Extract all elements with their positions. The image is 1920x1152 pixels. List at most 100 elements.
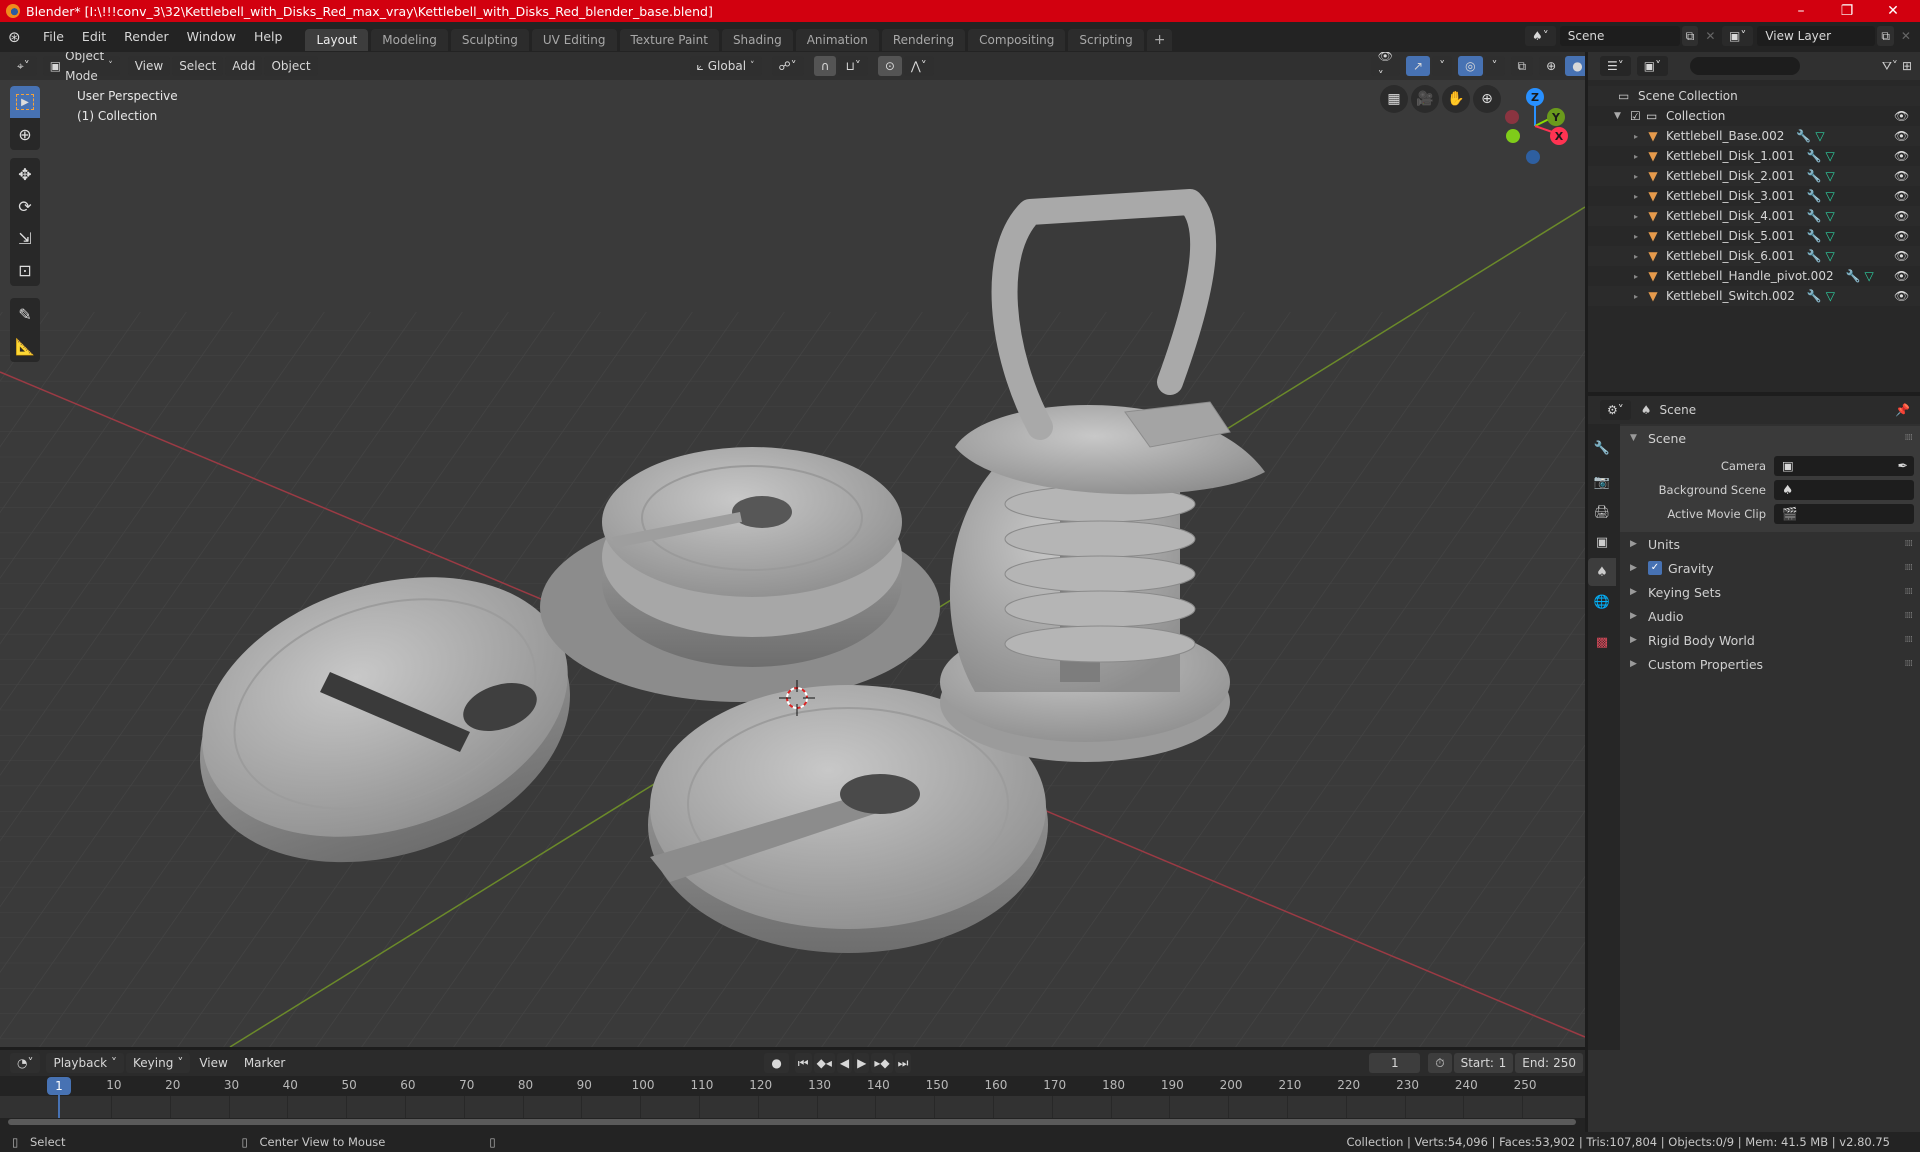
select-menu[interactable]: Select	[172, 56, 224, 76]
timeline-track-area[interactable]	[0, 1094, 1585, 1124]
mesh-data-icon[interactable]: ▽	[1826, 209, 1835, 223]
outliner-object-row[interactable]: ▸ ▼ Kettlebell_Disk_3.001 🔧 ▽ 👁	[1588, 186, 1920, 206]
gizmo-x-axis[interactable]: X	[1550, 127, 1568, 145]
background-scene-field[interactable]: ♠	[1774, 480, 1914, 500]
editor-type-button[interactable]: ⌖˅	[10, 56, 37, 76]
camera-field[interactable]: ▣ ✒	[1774, 456, 1914, 476]
toggle-camera-grid-icon[interactable]: ▦	[1380, 85, 1408, 113]
timeline-marker-menu[interactable]: Marker	[237, 1053, 292, 1073]
panel-units[interactable]: ▶ Units ⁞⁞⁞⁞	[1620, 532, 1920, 556]
mesh-data-icon[interactable]: ▽	[1826, 229, 1835, 243]
pivot-point-dropdown[interactable]: ☍˅	[771, 56, 804, 76]
close-button[interactable]: ✕	[1870, 0, 1916, 22]
measure-tool[interactable]: 📐	[10, 330, 40, 362]
timeline-scrollbar[interactable]	[8, 1119, 1576, 1125]
mesh-data-icon[interactable]: ▽	[1826, 169, 1835, 183]
expand-arrow-icon[interactable]: ▸	[1634, 132, 1646, 141]
visibility-eye-icon[interactable]: 👁	[1894, 169, 1909, 183]
solid-shading-button[interactable]: ●	[1565, 56, 1585, 76]
modifier-wrench-icon[interactable]: 🔧	[1796, 129, 1811, 143]
eyedropper-icon[interactable]: ✒	[1898, 456, 1908, 476]
gizmo-neg-y-axis[interactable]	[1506, 129, 1520, 143]
modifier-wrench-icon[interactable]: 🔧	[1807, 189, 1822, 203]
visibility-eye-icon[interactable]: 👁	[1894, 189, 1909, 203]
gizmo-toggle[interactable]: ↗	[1406, 56, 1431, 76]
filter-icon[interactable]: ⛛˅	[1882, 59, 1898, 74]
visibility-eye-icon[interactable]: 👁	[1894, 229, 1909, 243]
visibility-eye-icon[interactable]: 👁	[1894, 129, 1909, 143]
outliner-object-row[interactable]: ▸ ▼ Kettlebell_Base.002 🔧 ▽ 👁	[1588, 126, 1920, 146]
maximize-button[interactable]: ❐	[1824, 0, 1870, 22]
viewport-scene[interactable]	[0, 52, 1585, 1047]
tab-scripting[interactable]: Scripting	[1068, 29, 1144, 51]
pan-hand-icon[interactable]: ✋	[1442, 85, 1470, 113]
mesh-data-icon[interactable]: ▽	[1865, 269, 1874, 283]
tab-texture-paint[interactable]: Texture Paint	[619, 29, 719, 51]
panel-rigid-body-world[interactable]: ▶ Rigid Body World ⁞⁞⁞⁞	[1620, 628, 1920, 652]
add-workspace-button[interactable]: +	[1146, 29, 1173, 51]
play-reverse-button[interactable]: ◀	[836, 1053, 853, 1073]
add-menu[interactable]: Add	[225, 56, 263, 76]
menu-render[interactable]: Render	[115, 26, 178, 48]
outliner-object-row[interactable]: ▸ ▼ Kettlebell_Disk_2.001 🔧 ▽ 👁	[1588, 166, 1920, 186]
start-frame-field[interactable]: Start: 1	[1453, 1053, 1514, 1073]
visibility-dropdown[interactable]: 👁˅	[1370, 52, 1400, 83]
camera-view-icon[interactable]: 🎥	[1411, 85, 1439, 113]
tab-sculpting[interactable]: Sculpting	[450, 29, 529, 51]
drag-handle-icon[interactable]: ⁞⁞⁞⁞	[1905, 539, 1914, 549]
mesh-data-icon[interactable]: ▽	[1826, 189, 1835, 203]
menu-help[interactable]: Help	[245, 26, 292, 48]
play-button[interactable]: ▶	[854, 1053, 870, 1073]
new-scene-icon[interactable]: ⧉	[1681, 26, 1699, 46]
outliner-object-row[interactable]: ▸ ▼ Kettlebell_Switch.002 🔧 ▽ 👁	[1588, 286, 1920, 306]
panel-gravity[interactable]: ▶ ✓ Gravity ⁞⁞⁞⁞	[1620, 556, 1920, 580]
tab-rendering[interactable]: Rendering	[881, 29, 966, 51]
snap-target-dropdown[interactable]: ⊔˅	[838, 56, 868, 76]
transform-orientation-dropdown[interactable]: ⟀ Global ˅	[689, 56, 762, 76]
panel-keying-sets[interactable]: ▶ Keying Sets ⁞⁞⁞⁞	[1620, 580, 1920, 604]
drag-handle-icon[interactable]: ⁞⁞⁞⁞	[1905, 587, 1914, 597]
drag-handle-icon[interactable]: ⁞⁞⁞⁞	[1905, 433, 1914, 443]
blender-menu-icon[interactable]: ⊛	[8, 28, 34, 46]
tab-uv-editing[interactable]: UV Editing	[531, 29, 617, 51]
next-keyframe-button[interactable]: ▸◆	[871, 1053, 893, 1073]
expand-arrow-icon[interactable]: ▸	[1634, 292, 1646, 301]
expand-arrow-icon[interactable]: ▸	[1634, 232, 1646, 241]
world-tab[interactable]: 🌐	[1588, 588, 1616, 616]
scene-name-field[interactable]: Scene	[1559, 26, 1680, 46]
scene-panel-header[interactable]: ▼ Scene ⁞⁞⁞⁞	[1620, 426, 1920, 450]
proportional-edit-toggle[interactable]: ⊙	[877, 56, 902, 76]
gizmo-neg-z-axis[interactable]	[1526, 150, 1540, 164]
overlay-dropdown[interactable]: ˅	[1484, 56, 1505, 76]
mesh-data-icon[interactable]: ▽	[1815, 129, 1824, 143]
gizmo-neg-x-axis[interactable]	[1505, 110, 1519, 124]
mesh-data-icon[interactable]: ▽	[1826, 289, 1835, 303]
modifier-wrench-icon[interactable]: 🔧	[1807, 169, 1822, 183]
mesh-data-icon[interactable]: ▽	[1826, 149, 1835, 163]
keying-dropdown[interactable]: Keying ˅	[126, 1053, 191, 1073]
tab-modeling[interactable]: Modeling	[371, 29, 448, 51]
delete-view-layer-icon[interactable]: ✕	[1898, 29, 1914, 43]
texture-tab[interactable]: ▩	[1588, 628, 1616, 656]
modifier-wrench-icon[interactable]: 🔧	[1807, 229, 1822, 243]
playhead-frame-indicator[interactable]: 1	[47, 1077, 71, 1095]
drag-handle-icon[interactable]: ⁞⁞⁞⁞	[1905, 635, 1914, 645]
expand-arrow-icon[interactable]: ▸	[1634, 252, 1646, 261]
navigation-gizmo[interactable]: Z Y X	[1500, 82, 1580, 164]
new-collection-icon[interactable]: ⊞	[1902, 59, 1912, 73]
outliner-object-row[interactable]: ▸ ▼ Kettlebell_Disk_5.001 🔧 ▽ 👁	[1588, 226, 1920, 246]
3d-viewport[interactable]: ⌖˅ ▣ Object Mode ˅ View Select Add Object …	[0, 52, 1585, 1047]
record-button[interactable]: ●	[764, 1053, 789, 1073]
current-frame-field[interactable]: 1	[1369, 1053, 1421, 1073]
tool-tab[interactable]: 🔧	[1588, 434, 1616, 462]
scene-icon[interactable]: ♠˅	[1525, 26, 1556, 46]
scale-tool[interactable]: ⇲	[10, 222, 40, 254]
active-movie-clip-field[interactable]: 🎬	[1774, 504, 1914, 524]
modifier-wrench-icon[interactable]: 🔧	[1807, 249, 1822, 263]
jump-start-button[interactable]: ⏮	[794, 1053, 812, 1073]
modifier-wrench-icon[interactable]: 🔧	[1807, 149, 1822, 163]
display-mode-dropdown[interactable]: ▣˅	[1636, 56, 1669, 76]
visibility-eye-icon[interactable]: 👁	[1894, 209, 1909, 223]
modifier-wrench-icon[interactable]: 🔧	[1807, 209, 1822, 223]
expand-arrow-icon[interactable]: ▸	[1634, 272, 1646, 281]
